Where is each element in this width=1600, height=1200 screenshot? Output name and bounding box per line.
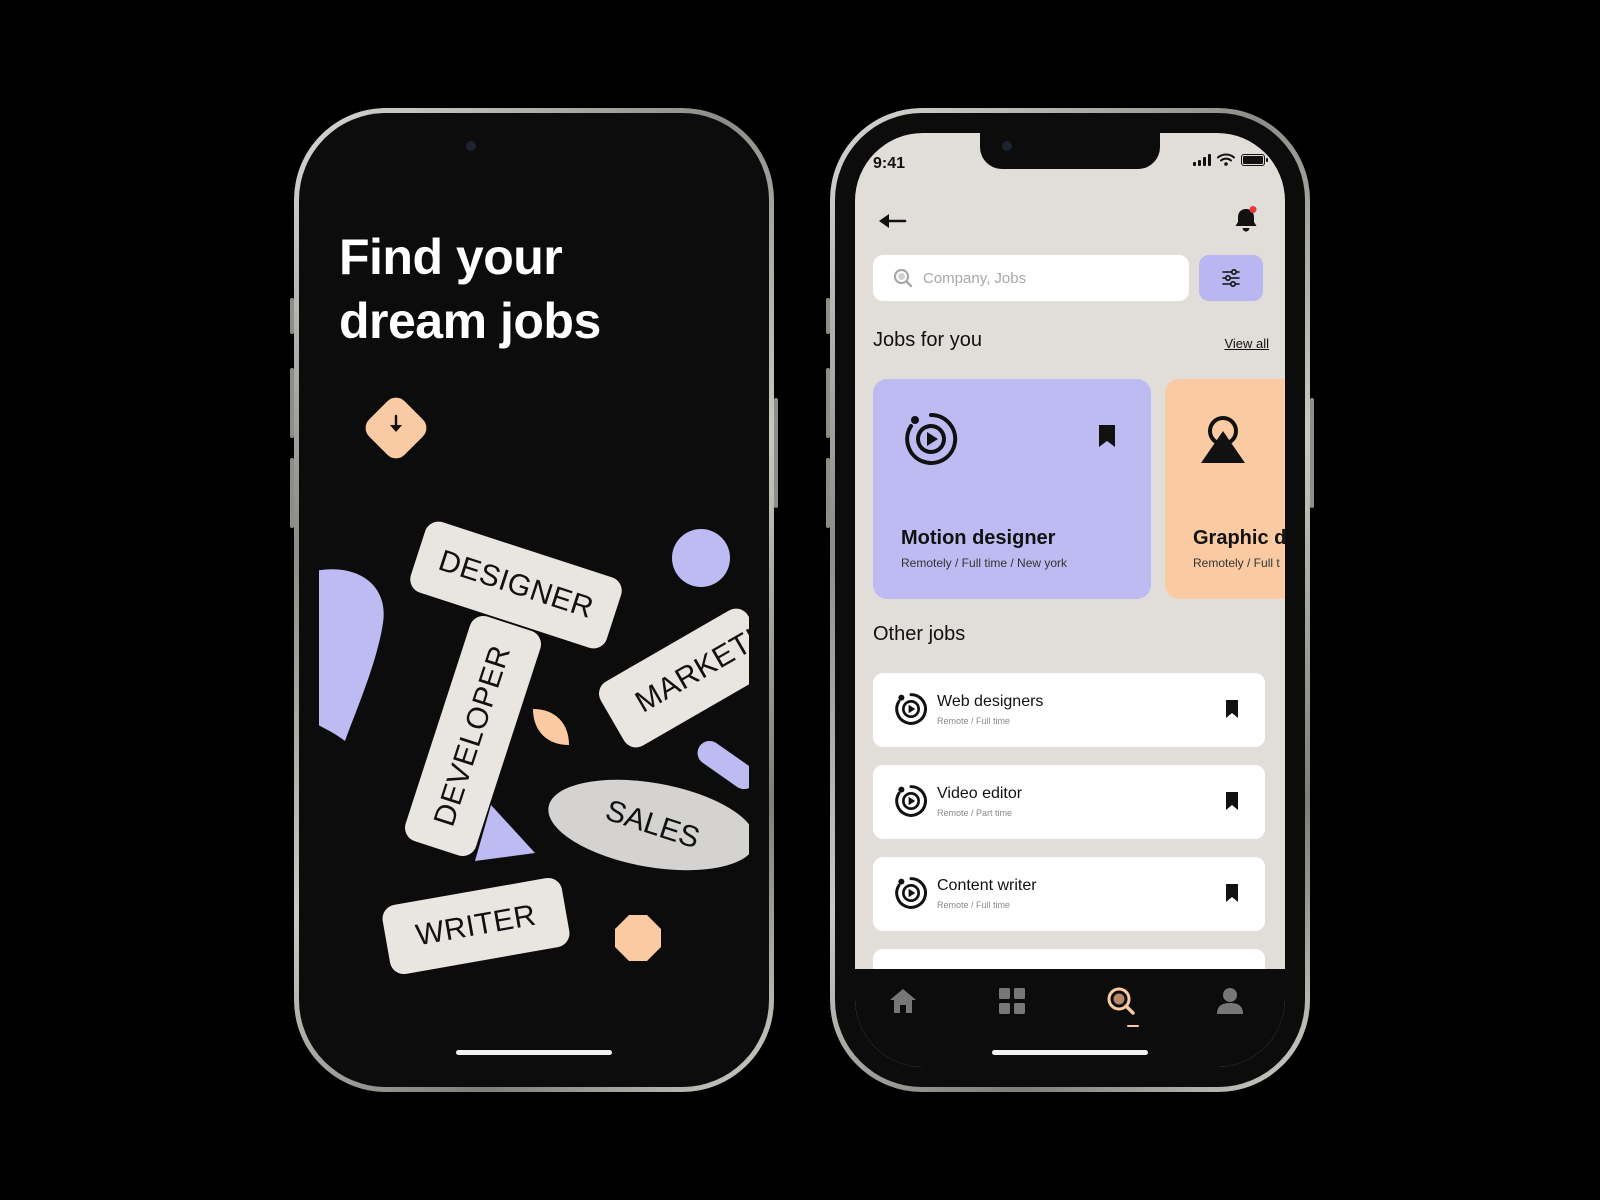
job-row-video-editor[interactable]: Video editor Remote / Part time xyxy=(873,765,1265,839)
nav-search[interactable] xyxy=(1103,983,1139,1019)
search-icon xyxy=(893,268,913,288)
home-indicator[interactable] xyxy=(992,1050,1148,1055)
status-icons xyxy=(1193,153,1268,166)
motion-play-icon xyxy=(905,412,958,465)
job-row-meta: Remote / Full time xyxy=(937,900,1011,910)
peach-octagon-shape xyxy=(615,915,661,961)
back-button[interactable] xyxy=(877,211,907,231)
notch xyxy=(444,133,624,169)
nav-active-indicator xyxy=(1127,1025,1139,1027)
job-card-meta: Remotely / Full t xyxy=(1193,556,1280,570)
battery-icon xyxy=(1241,153,1268,166)
job-row-content-writer[interactable]: Content writer Remote / Full time xyxy=(873,857,1265,931)
job-row-title: Video editor xyxy=(937,785,1023,802)
tag-writer[interactable]: WRITER xyxy=(380,875,572,977)
job-row-meta: Remote / Full time xyxy=(937,716,1011,726)
grid-icon xyxy=(999,988,1025,1014)
nav-profile[interactable] xyxy=(1212,983,1248,1019)
jobs-screen: 9:41 Company, Jobs Jobs for you View all… xyxy=(855,133,1285,1067)
job-card-motion-designer[interactable]: Motion designer Remotely / Full time / N… xyxy=(873,379,1151,599)
other-jobs-title: Other jobs xyxy=(873,623,966,645)
hero-title: Find your dream jobs xyxy=(339,225,601,353)
bookmark-icon[interactable] xyxy=(1225,883,1239,903)
job-row-title: Content writer xyxy=(937,877,1037,894)
search-field[interactable] xyxy=(873,255,1189,301)
job-card-meta: Remotely / Full time / New york xyxy=(901,556,1068,570)
wifi-icon xyxy=(1217,153,1235,166)
purple-drop-shape xyxy=(319,569,384,741)
welcome-screen: Find your dream jobs DESIGNER DEVELOPER … xyxy=(319,133,749,1067)
phone-jobs: 9:41 Company, Jobs Jobs for you View all… xyxy=(826,108,1314,1092)
back-arrow-icon xyxy=(879,214,907,228)
mockup-stage: Find your dream jobs DESIGNER DEVELOPER … xyxy=(0,0,1600,1200)
job-card-graphic-designer[interactable]: Graphic d Remotely / Full t xyxy=(1165,379,1285,599)
notifications-button[interactable] xyxy=(1233,205,1259,233)
jobs-for-you-title: Jobs for you xyxy=(873,329,982,351)
job-card-title: Graphic d xyxy=(1193,527,1285,549)
nav-home[interactable] xyxy=(885,983,921,1019)
job-row-title: Web designers xyxy=(937,693,1044,710)
motion-play-icon xyxy=(895,785,927,817)
hero-title-line1: Find your xyxy=(339,229,563,285)
search-input[interactable] xyxy=(923,269,1173,287)
hero-title-line2: dream jobs xyxy=(339,293,601,349)
home-icon xyxy=(890,989,916,1013)
bookmark-icon[interactable] xyxy=(1225,791,1239,811)
view-all-link[interactable]: View all xyxy=(1224,336,1269,351)
filter-icon xyxy=(1222,268,1240,288)
phone-welcome: Find your dream jobs DESIGNER DEVELOPER … xyxy=(290,108,778,1092)
tag-sales-label: SALES xyxy=(601,793,704,856)
signal-icon xyxy=(1193,153,1211,166)
bookmark-icon[interactable] xyxy=(1097,423,1117,449)
notch xyxy=(980,133,1160,169)
motion-play-icon xyxy=(895,877,927,909)
arrow-down-icon xyxy=(386,414,406,442)
purple-pill-shape xyxy=(697,740,749,790)
bell-icon xyxy=(1235,206,1257,232)
job-row-meta: Remote / Part time xyxy=(937,808,1013,818)
filter-button[interactable] xyxy=(1199,255,1263,301)
mountain-icon xyxy=(1201,416,1245,463)
search-icon xyxy=(1107,987,1135,1015)
status-time: 9:41 xyxy=(873,155,906,172)
job-card-title: Motion designer xyxy=(901,527,1056,549)
bookmark-icon[interactable] xyxy=(1225,699,1239,719)
peach-leaf-shape xyxy=(533,709,569,745)
get-started-button[interactable] xyxy=(360,392,432,464)
job-row-web-designers[interactable]: Web designers Remote / Full time xyxy=(873,673,1265,747)
motion-play-icon xyxy=(895,693,927,725)
home-indicator[interactable] xyxy=(456,1050,612,1055)
purple-circle-shape xyxy=(672,529,730,587)
user-icon xyxy=(1217,988,1243,1014)
nav-grid[interactable] xyxy=(994,983,1030,1019)
